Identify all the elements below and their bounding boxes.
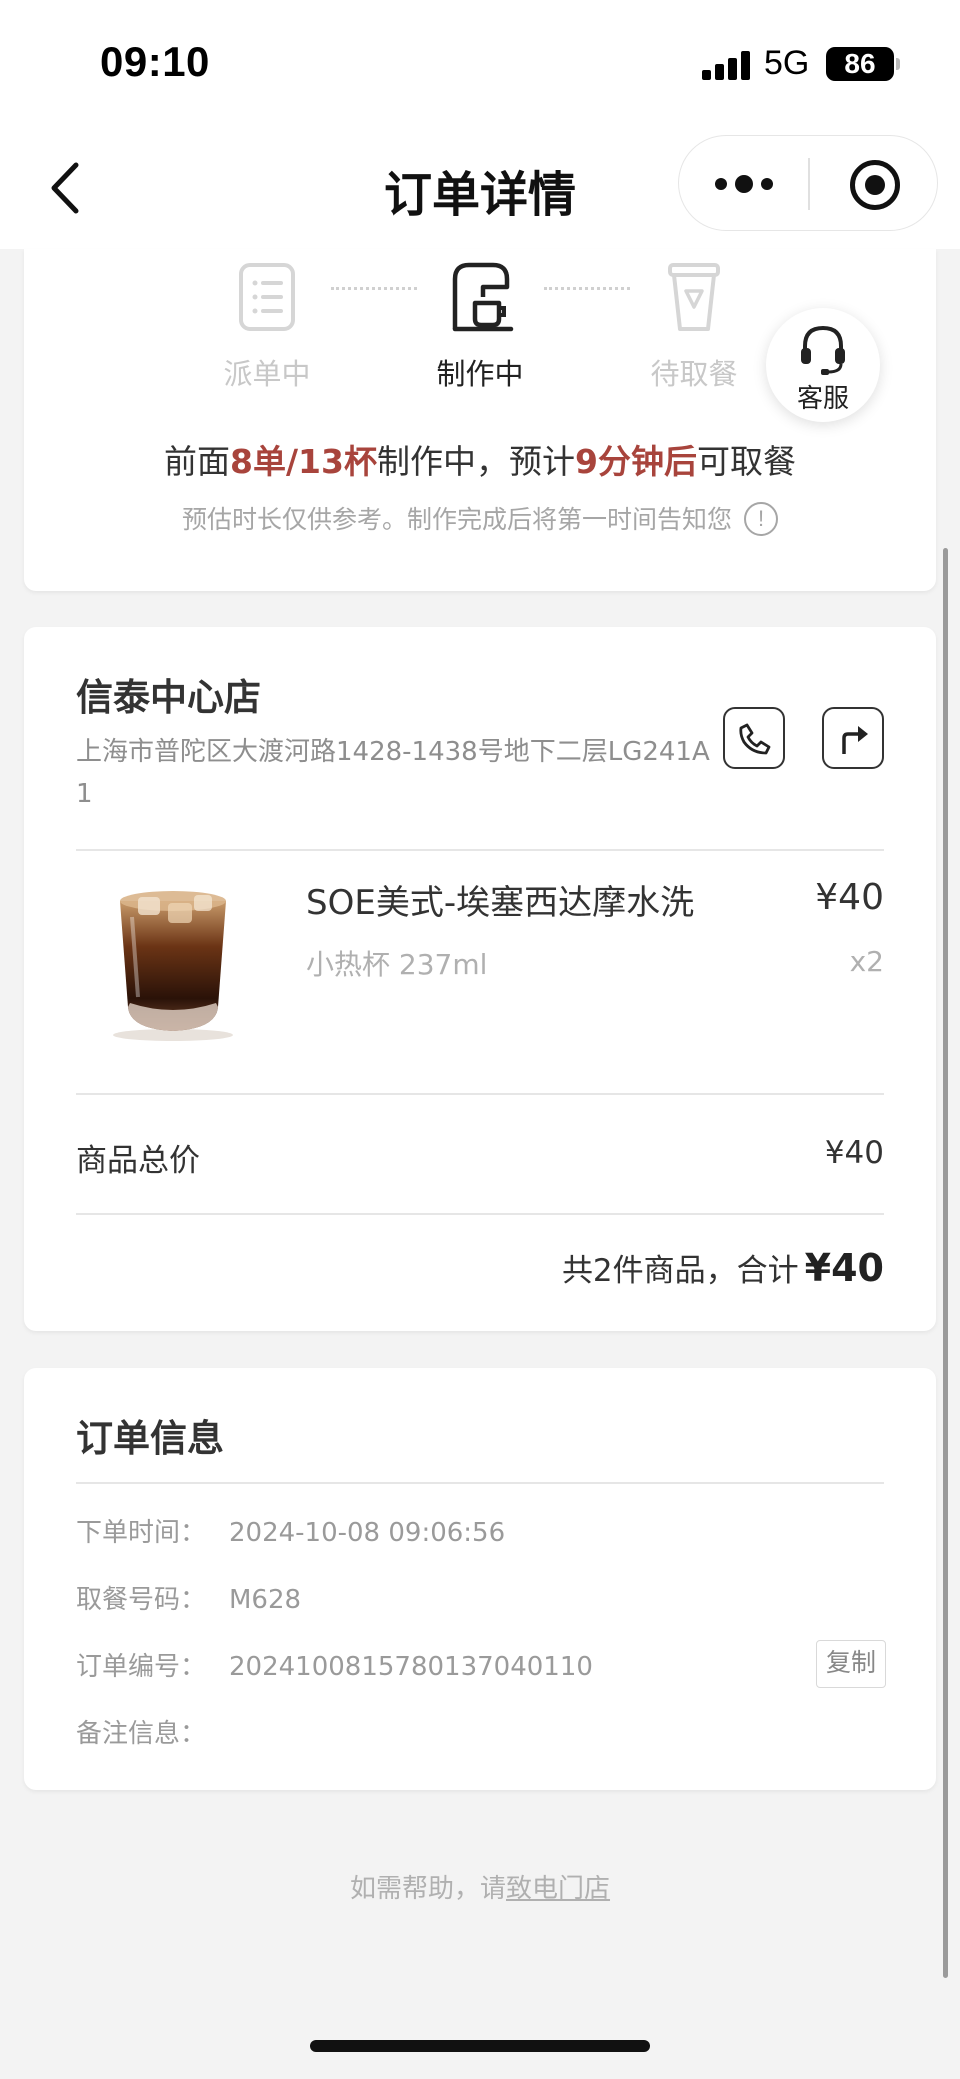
more-button[interactable]: [679, 136, 808, 232]
headset-icon: [801, 325, 845, 375]
store-address: 上海市普陀区大渡河路1428-1438号地下二层LG241A1: [76, 737, 710, 809]
customer-service-button[interactable]: 客服: [766, 308, 880, 422]
info-row-remarks: 备注信息：: [76, 1713, 229, 1750]
info-key: 下单时间：: [76, 1518, 207, 1548]
info-value: M628: [229, 1585, 302, 1615]
info-value: 2024-10-08 09:06:56: [229, 1518, 506, 1548]
more-dot: [735, 175, 753, 193]
battery-icon: 86: [826, 47, 900, 81]
status-bar: 09:10 5G 86: [0, 0, 960, 125]
store-card: 信泰中心店 上海市普陀区大渡河路1428-1438号地下二层LG241A1 SO…: [24, 627, 936, 1331]
close-miniprogram-button[interactable]: [810, 136, 939, 232]
product-price: ¥40: [815, 877, 884, 918]
step-connector: [544, 287, 630, 290]
divider: [76, 1482, 884, 1484]
order-status-card: 派单中 制作中 待取餐 客服 前面8单/13杯制作中，预计9分钟后可取餐 预估时: [24, 249, 936, 591]
queue-count: 8单/13杯: [230, 442, 377, 481]
help-text: 如需帮助，请致电门店: [0, 1868, 960, 1905]
order-info-title: 订单信息: [76, 1417, 224, 1460]
copy-order-number-button[interactable]: 复制: [816, 1640, 886, 1688]
product-quantity: x2: [849, 945, 884, 978]
store-name: 信泰中心店: [76, 676, 261, 719]
step-label: 待取餐: [650, 357, 738, 391]
call-store-link[interactable]: 致电门店: [506, 1874, 610, 1904]
info-row-pickup-code: 取餐号码： M628: [76, 1579, 301, 1616]
queue-eta: 9分钟后: [574, 442, 697, 481]
service-label: 客服: [796, 384, 849, 414]
scrollbar[interactable]: [943, 548, 948, 1978]
cup-icon: [668, 263, 720, 331]
subtotal-value: ¥40: [824, 1135, 884, 1171]
total-prefix: 共2件商品，合计: [561, 1253, 799, 1289]
target-dot: [865, 175, 885, 195]
network-type: 5G: [764, 44, 810, 82]
status-time: 09:10: [100, 38, 210, 85]
step-label: 制作中: [436, 357, 524, 391]
directions-icon: [842, 726, 868, 754]
step-label: 派单中: [223, 357, 311, 391]
step-connector: [331, 287, 417, 290]
divider: [76, 1093, 884, 1095]
info-row-order-number: 订单编号： 20241008157801370401​10: [76, 1646, 593, 1683]
info-key: 备注信息：: [76, 1719, 207, 1749]
subtotal-label: 商品总价: [76, 1143, 200, 1179]
info-value: 20241008157801370401​10: [229, 1652, 593, 1682]
product-spec: 小热杯 237ml: [306, 948, 488, 981]
estimate-tip: 预估时长仅供参考。制作完成后将第一时间告知您!: [24, 500, 936, 538]
coffee-machine-icon: [452, 262, 514, 332]
navigate-button[interactable]: [822, 707, 884, 769]
help-prefix: 如需帮助，请: [349, 1874, 506, 1904]
order-total: 共2件商品，合计 ¥40: [562, 1245, 884, 1290]
total-amount: ¥40: [804, 1246, 884, 1290]
phone-icon: [739, 723, 771, 755]
info-icon[interactable]: !: [744, 502, 778, 536]
queue-status: 前面8单/13杯制作中，预计9分钟后可取餐: [24, 435, 936, 483]
product-image: [113, 891, 233, 1041]
home-indicator: [310, 2040, 650, 2052]
order-info-card: 订单信息 下单时间： 2024-10-08 09:06:56 取餐号码： M628 …: [24, 1368, 936, 1790]
miniprogram-capsule: [678, 135, 938, 231]
queue-suffix: 可取餐: [696, 442, 796, 481]
queue-mid: 制作中，预计: [376, 442, 575, 481]
more-dot: [761, 178, 773, 190]
info-key: 订单编号：: [76, 1652, 207, 1682]
call-store-button[interactable]: [723, 707, 785, 769]
signal-icon: [702, 50, 750, 80]
list-icon: [239, 263, 295, 331]
product-name: SOE美式-埃塞西达摩水洗: [306, 883, 695, 923]
tip-text: 预估时长仅供参考。制作完成后将第一时间告知您: [181, 505, 732, 534]
info-key: 取餐号码：: [76, 1585, 207, 1615]
more-dots-icon: [715, 178, 727, 190]
nav-bar: 订单详情: [0, 125, 960, 249]
info-row-order-time: 下单时间： 2024-10-08 09:06:56: [76, 1512, 505, 1549]
divider: [76, 849, 884, 851]
divider: [76, 1213, 884, 1215]
queue-prefix: 前面: [164, 442, 231, 481]
